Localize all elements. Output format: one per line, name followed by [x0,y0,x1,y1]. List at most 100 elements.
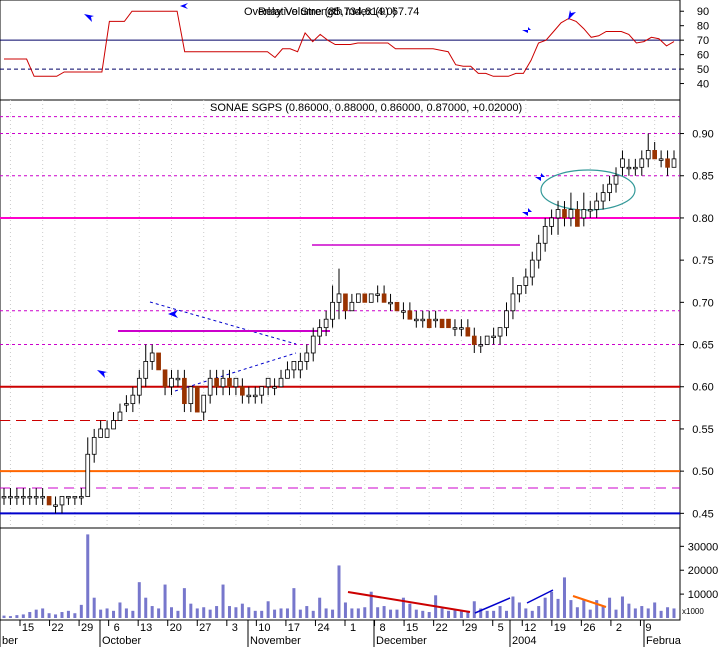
candle-body [33,496,39,499]
volume-bar [569,600,573,618]
x-month-label: October [102,635,141,647]
candle-body [413,318,419,322]
volume-bar [15,615,19,618]
candle-body [671,158,677,168]
x-day-label: 17 [288,622,300,634]
candle-body [459,327,464,330]
candle-body [407,310,413,320]
volume-bar [620,596,624,618]
candle-body [562,209,567,219]
volume-bar [163,584,167,618]
volume-bar [627,603,631,618]
candle-body [433,318,438,322]
volume-bar [292,588,296,618]
candle-body [665,158,670,168]
arrow-icon [522,27,531,33]
candle-body [310,335,316,354]
volume-bar [227,606,231,618]
candle-body [156,352,161,371]
x-day-label: 6 [114,622,120,634]
candle-body [394,301,400,312]
price-ytick-label: 0.90 [692,129,713,141]
stock-chart: Overlay Volume (85,734,814.0) Relative S… [0,0,719,647]
volume-bar [562,577,566,618]
candle-body [78,496,84,499]
x-day-label: 8 [379,622,385,634]
volume-bar [395,609,399,618]
volume-bar [588,609,592,618]
candle-body [227,377,232,388]
volume-bar [440,608,444,618]
candle-body [220,377,226,388]
volume-bar [363,607,367,618]
candle-body [536,242,542,261]
candle-body [246,394,252,398]
volume-ytick-label: 20000 [688,565,719,577]
rsi-line [4,10,675,77]
candle-body [587,209,593,212]
volume-bar [382,606,386,618]
volume-bar [646,608,650,618]
volume-bar [189,603,193,618]
volume-trendline [572,595,607,608]
candle-body [491,335,496,339]
price-ytick-label: 0.75 [692,255,713,267]
volume-bar [511,596,515,618]
candle-body [53,504,58,507]
candle-body [633,166,638,170]
volume-bar [447,610,451,618]
candle-body [317,327,323,337]
candle-body [523,276,529,286]
volume-trendline [526,589,554,604]
volume-bar [298,609,302,618]
x-day-label: 19 [554,622,566,634]
rsi-ytick-label: 40 [697,79,709,91]
x-day-label: 10 [258,622,270,634]
candle-body [375,293,380,296]
candle-body [278,377,284,388]
candle-body [14,496,20,499]
candle-body [66,496,71,499]
volume-trendlines [347,589,607,614]
volume-bar [343,602,347,618]
volume-bar [99,609,103,618]
volume-bar [105,608,109,618]
candle-body [233,377,239,388]
volume-bar [21,614,25,618]
candle-body [446,318,451,329]
volume-bar [253,610,257,618]
volume-bar [414,609,418,618]
arrow-icon [522,208,532,216]
candle-body [381,293,387,303]
candle-body [207,377,213,396]
candle-body [452,327,458,330]
volume-bar [79,604,83,618]
candle-body [581,209,587,219]
rsi-ytick-label: 70 [697,35,709,47]
rsi-ytick-label: 90 [697,6,709,18]
volume-bar [356,608,360,618]
volume-bar [47,613,51,618]
volume-bar [221,584,225,618]
x-month-label: November [250,635,301,647]
candle-body [426,318,432,329]
candles-group [1,133,677,514]
x-day-label: 13 [140,622,152,634]
candle-body [117,411,123,421]
volume-bar [66,610,70,618]
volume-bar [60,612,64,618]
rsi-title: Relative Strength Index (9) 67.74 [258,6,419,18]
candle-body [272,386,277,389]
x-day-label: 29 [81,622,93,634]
x-day-label: 15 [22,622,34,634]
candle-body [214,377,219,388]
candle-body [252,394,258,398]
x-day-label: 15 [406,622,418,634]
candle-body [149,352,155,362]
candle-body [8,496,13,499]
arrow-icon [568,10,576,20]
rsi-ytick-label: 50 [697,64,709,76]
candle-body [240,386,245,396]
candle-body [465,327,471,337]
candle-body [336,293,342,303]
